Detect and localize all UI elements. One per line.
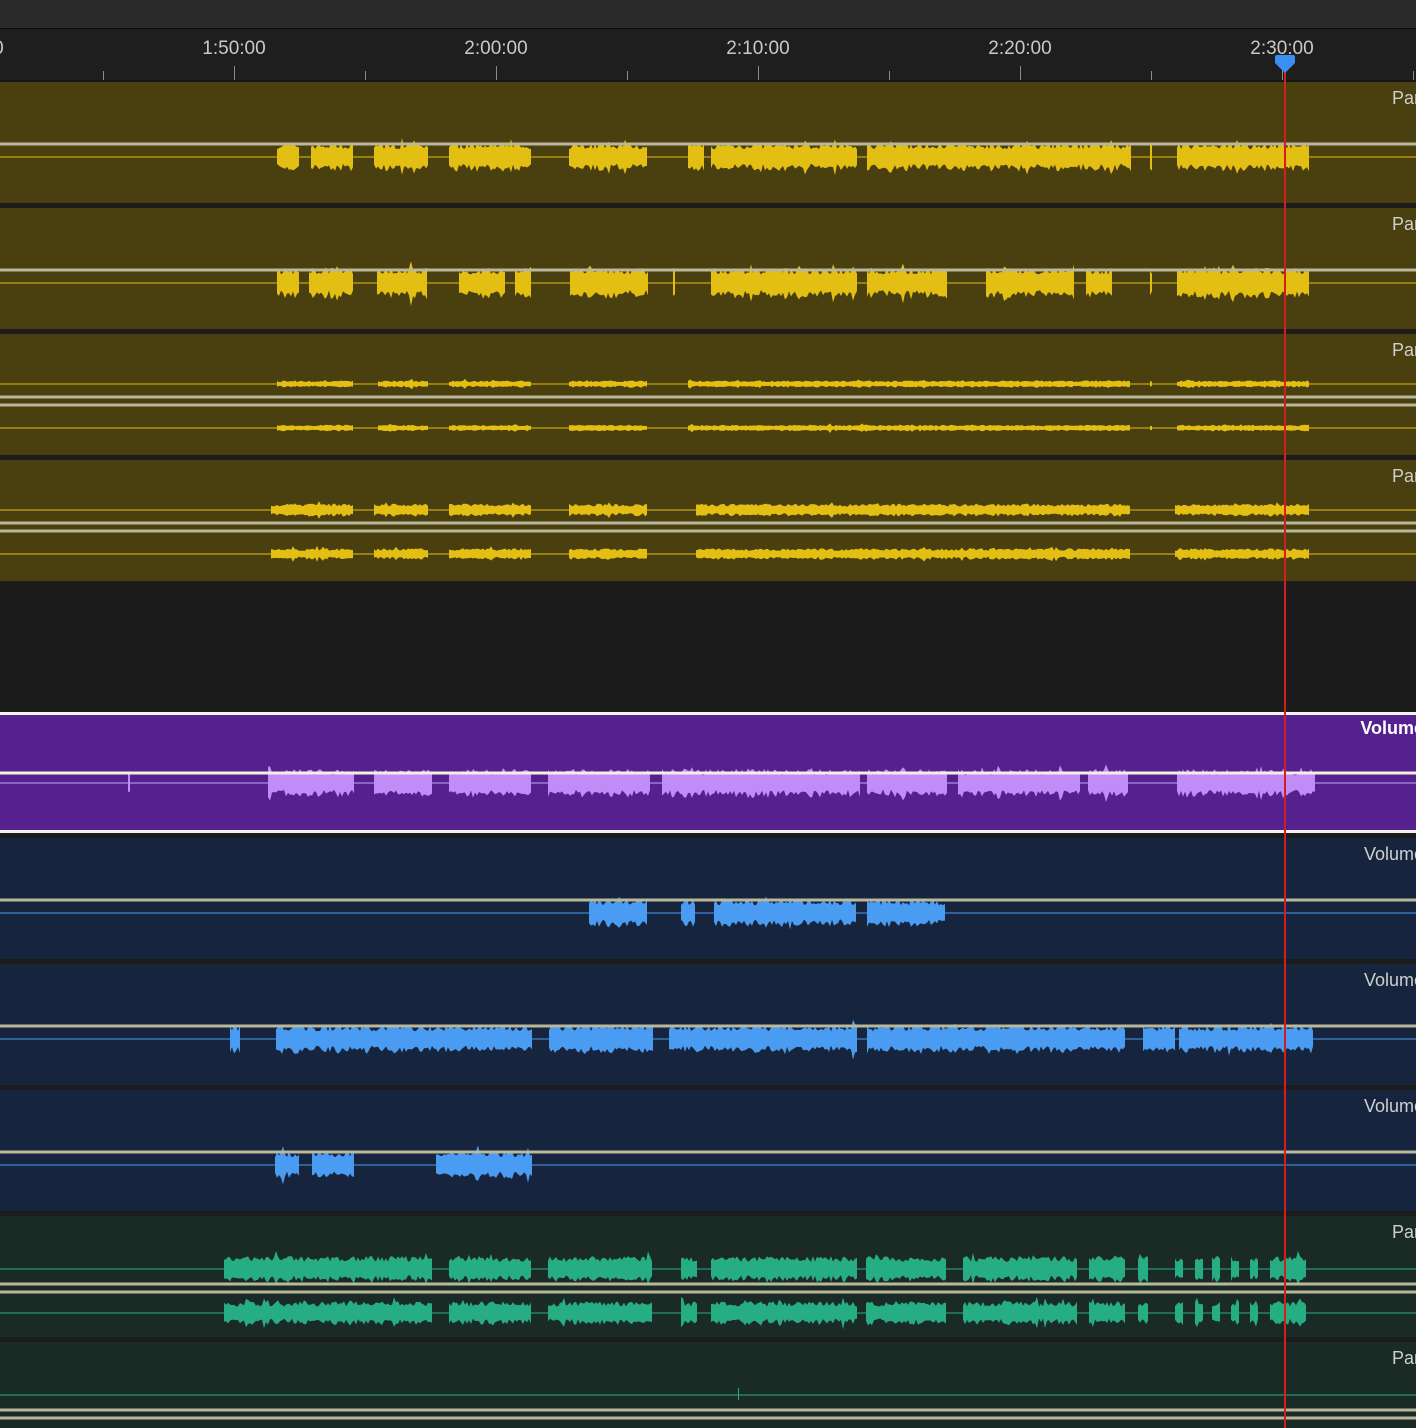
- waveform: [0, 586, 1416, 706]
- volume-envelope-line: [0, 142, 1416, 146]
- track-mode-label[interactable]: Volume: [1360, 718, 1416, 739]
- waveform-clip-left: [224, 1250, 1306, 1285]
- channel-baseline: [0, 1268, 1416, 1270]
- waveform: [0, 378, 1416, 433]
- track-mode-label[interactable]: Pan: [1392, 1222, 1416, 1243]
- time-label: 1:50:00: [202, 38, 266, 59]
- minor-tick: [627, 71, 628, 80]
- track-mode-label[interactable]: Pan: [1392, 88, 1416, 109]
- volume-envelope-line: [0, 1282, 1416, 1286]
- waveform-blip: [738, 1388, 739, 1400]
- track-mode-label[interactable]: Volume: [1364, 1096, 1416, 1117]
- track-mode-label[interactable]: Pan: [1392, 214, 1416, 235]
- major-tick: [758, 66, 759, 80]
- time-label: 2:10:00: [726, 38, 790, 59]
- waveform: [0, 137, 1416, 176]
- waveform: [0, 896, 1416, 930]
- track-mode-label[interactable]: Pan: [1392, 340, 1416, 361]
- major-tick: [234, 66, 235, 80]
- volume-envelope-line: [0, 898, 1416, 902]
- waveform: [0, 1145, 1416, 1185]
- track-1[interactable]: Pan: [0, 82, 1416, 203]
- playhead-handle-icon[interactable]: [1274, 55, 1296, 73]
- time-ruler[interactable]: 1:40:001:50:002:00:002:10:002:20:002:30:…: [0, 29, 1416, 82]
- track-2[interactable]: Pan: [0, 208, 1416, 329]
- track-mode-label[interactable]: Pan: [1392, 1348, 1416, 1369]
- waveform: [0, 1250, 1416, 1330]
- time-label: 2:00:00: [464, 38, 528, 59]
- channel-baseline: [0, 1312, 1416, 1314]
- minor-tick: [889, 71, 890, 80]
- volume-envelope-line: [0, 403, 1416, 407]
- track-10[interactable]: Pan: [0, 1216, 1416, 1337]
- volume-envelope-line: [0, 1408, 1416, 1412]
- minor-tick: [103, 71, 104, 80]
- time-label: 2:20:00: [988, 38, 1052, 59]
- time-label: 1:40:00: [0, 38, 4, 60]
- volume-envelope-line: [0, 1290, 1416, 1294]
- waveform: [0, 1019, 1416, 1060]
- volume-envelope-line: [0, 1150, 1416, 1154]
- track-5[interactable]: [0, 586, 1416, 706]
- volume-envelope-line: [0, 1416, 1416, 1420]
- panel-header-bar: [0, 0, 1416, 29]
- waveform-clip-right: [224, 1296, 1306, 1330]
- major-tick: [1020, 66, 1021, 80]
- waveform: [0, 1388, 1416, 1420]
- track-3[interactable]: Pan: [0, 334, 1416, 455]
- minor-tick: [1413, 71, 1414, 80]
- major-tick: [496, 66, 497, 80]
- volume-envelope-line: [0, 395, 1416, 399]
- track-mode-label[interactable]: Volume: [1364, 844, 1416, 865]
- minor-tick: [1151, 71, 1152, 80]
- volume-envelope-line: [0, 521, 1416, 525]
- baseline: [0, 912, 1416, 914]
- volume-envelope-line: [0, 529, 1416, 533]
- minor-tick: [365, 71, 366, 80]
- volume-envelope-line: [0, 1024, 1416, 1028]
- waveform-clip: [277, 261, 1309, 307]
- waveform: [0, 764, 1416, 802]
- channel-baseline: [0, 1394, 1416, 1396]
- track-6[interactable]: Volume: [0, 712, 1416, 833]
- track-9[interactable]: Volume: [0, 1090, 1416, 1211]
- track-4[interactable]: Pan: [0, 460, 1416, 581]
- track-8[interactable]: Volume: [0, 964, 1416, 1085]
- track-11[interactable]: Pan: [0, 1342, 1416, 1428]
- track-area: Pan Pan Pan Pan Volume Volume Volume Volume Pan P…: [0, 82, 1416, 1428]
- volume-envelope-line: [0, 771, 1416, 775]
- playhead-line[interactable]: [1284, 66, 1286, 1428]
- waveform: [0, 501, 1416, 562]
- track-mode-label[interactable]: Pan: [1392, 466, 1416, 487]
- volume-envelope-line: [0, 268, 1416, 272]
- track-mode-label[interactable]: Volume: [1364, 970, 1416, 991]
- waveform: [0, 261, 1416, 307]
- baseline: [0, 1164, 1416, 1166]
- waveform-clip: [589, 896, 945, 930]
- track-7[interactable]: Volume: [0, 838, 1416, 959]
